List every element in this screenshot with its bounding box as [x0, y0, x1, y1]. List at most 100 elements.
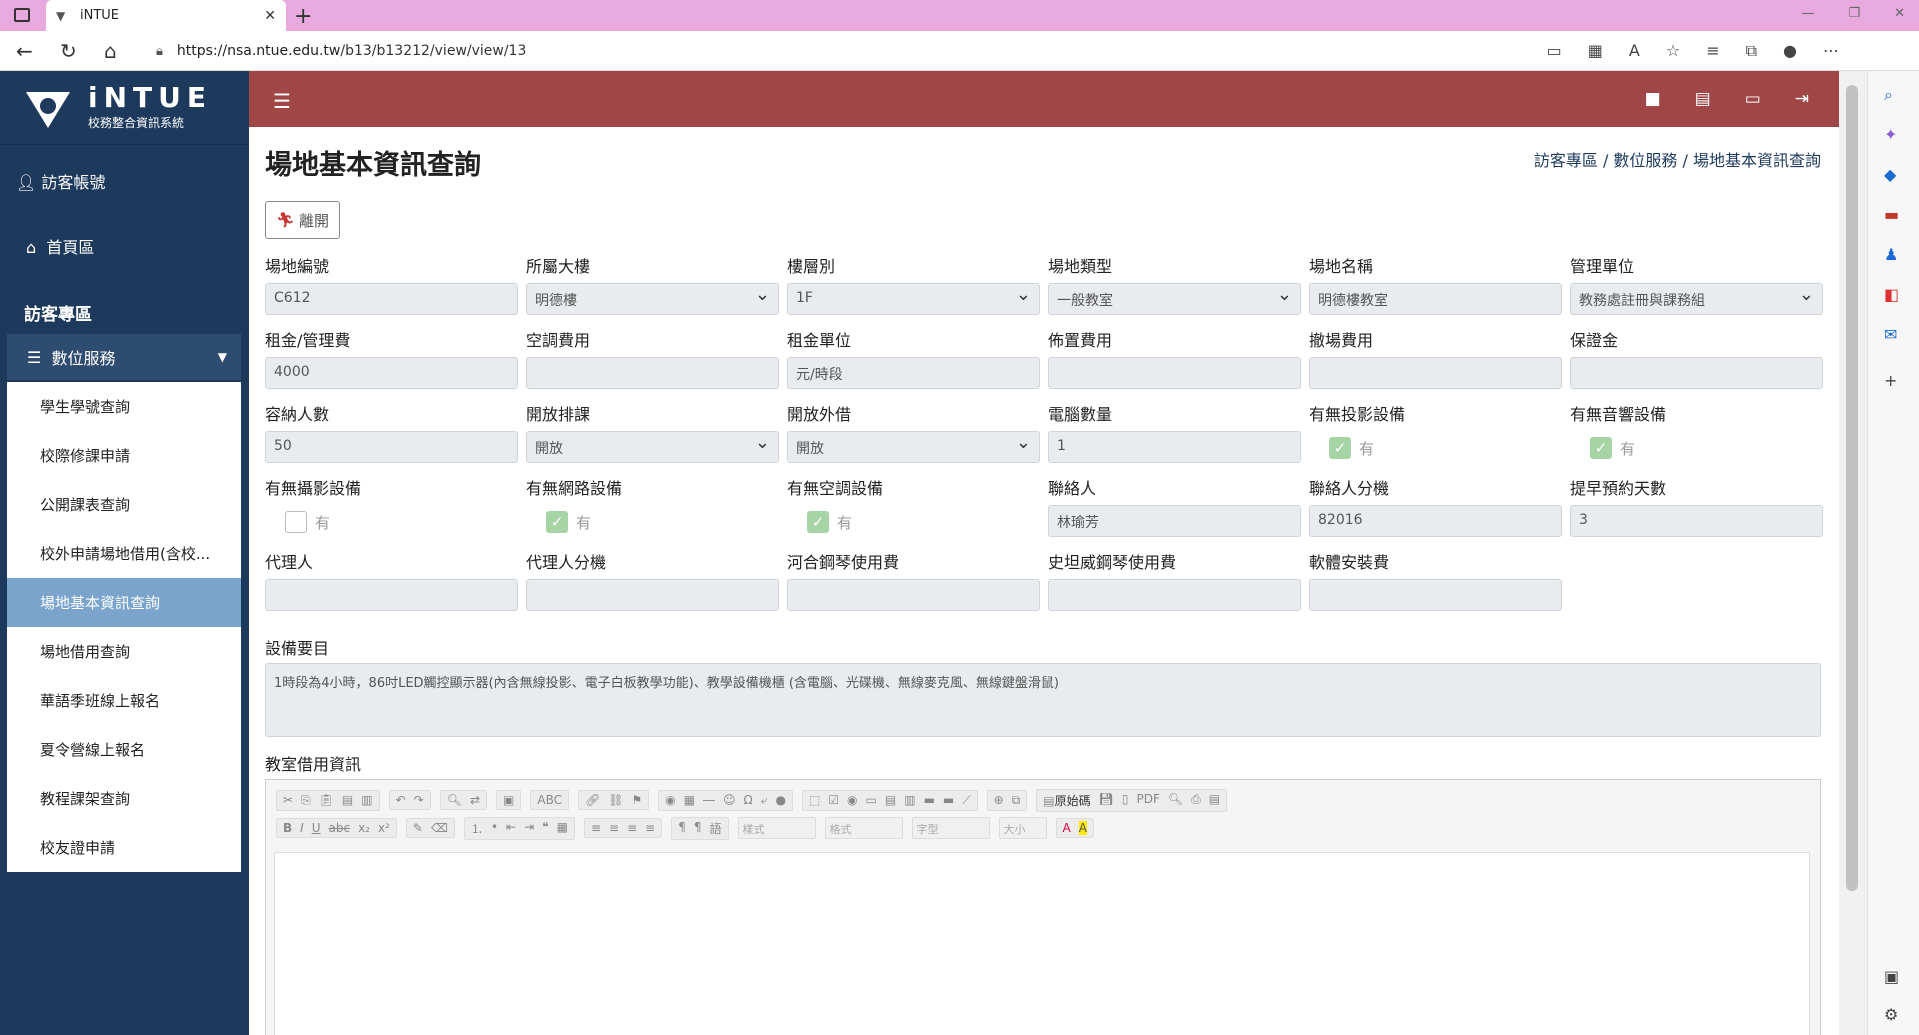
favorite-icon[interactable]: ☆: [1666, 41, 1680, 61]
field-select[interactable]: 開放: [787, 431, 1040, 463]
home-icon[interactable]: ⌂: [104, 39, 117, 63]
sidebar-item[interactable]: 場地借用查詢: [7, 627, 241, 676]
bold-icon[interactable]: B: [283, 821, 292, 835]
unlink-icon[interactable]: ⛓: [608, 793, 623, 807]
leave-button[interactable]: 🏃︎ 離開: [265, 201, 340, 239]
equip-textarea[interactable]: 1時段為4小時，86吋LED觸控顯示器(內含無線投影、電子白板教學功能)、教學設…: [265, 663, 1821, 737]
hr-icon[interactable]: ―: [703, 793, 715, 808]
spellcheck-icon[interactable]: ABC: [537, 793, 562, 807]
field-input[interactable]: 林瑜芳: [1048, 505, 1301, 537]
more-icon[interactable]: ⋯: [1823, 41, 1839, 61]
checkbox-icon[interactable]: ☑: [828, 793, 839, 808]
games-icon[interactable]: ♟: [1884, 245, 1898, 264]
tools-icon[interactable]: ▬: [1884, 205, 1899, 224]
anchor-icon[interactable]: ⚑: [631, 793, 642, 807]
align-right-icon[interactable]: ≡: [627, 821, 637, 835]
video-icon[interactable]: ■: [1645, 89, 1661, 109]
copilot-icon[interactable]: ✦: [1884, 125, 1897, 144]
favorites-icon[interactable]: ≡: [1706, 41, 1719, 61]
hiddenfield-icon[interactable]: ⟋: [962, 793, 970, 808]
back-icon[interactable]: ←: [16, 39, 33, 63]
field-input[interactable]: [787, 579, 1040, 611]
field-input[interactable]: [1309, 357, 1562, 389]
field-input[interactable]: 50: [265, 431, 518, 463]
bg-color-icon[interactable]: A: [1078, 821, 1087, 835]
replace-icon[interactable]: ⇄: [470, 793, 480, 807]
hamburger-menu-icon[interactable]: ☰: [273, 89, 291, 113]
outlook-icon[interactable]: ✉: [1884, 325, 1897, 344]
app-available-icon[interactable]: ▭: [1547, 41, 1562, 61]
url-field[interactable]: 🔒︎ https://nsa.ntue.edu.tw/b13/b13212/vi…: [144, 36, 1604, 66]
field-checkbox[interactable]: 有: [285, 511, 330, 533]
strike-icon[interactable]: abc: [329, 821, 351, 835]
pdf-icon[interactable]: PDF: [1137, 792, 1160, 809]
logo[interactable]: iNTUE 校務整合資訊系統: [0, 71, 249, 145]
settings-icon[interactable]: ⚙: [1884, 1005, 1898, 1024]
field-checkbox[interactable]: ✓ 有: [1329, 437, 1374, 459]
field-select[interactable]: 明德樓: [526, 283, 779, 315]
sidebar-item[interactable]: 公開課表查詢: [7, 480, 241, 529]
select-icon[interactable]: ▥: [904, 793, 915, 808]
field-select[interactable]: 教務處註冊與課務組: [1570, 283, 1823, 315]
templates-icon[interactable]: ▤: [1209, 792, 1220, 809]
cut-icon[interactable]: ✂: [283, 793, 293, 808]
paste-word-icon[interactable]: ▥: [361, 793, 372, 808]
field-input[interactable]: [1048, 357, 1301, 389]
paste-text-icon[interactable]: ▤: [342, 793, 353, 808]
indent-icon[interactable]: ⇥: [524, 820, 534, 837]
italic-icon[interactable]: I: [300, 821, 304, 835]
field-input[interactable]: 元/時段: [787, 357, 1040, 389]
textfield-icon[interactable]: ▭: [866, 793, 877, 808]
align-left-icon[interactable]: ≡: [591, 821, 601, 835]
new-tab-icon[interactable]: +: [294, 4, 312, 29]
close-window-icon[interactable]: ✕: [1894, 6, 1905, 21]
sidebar-item[interactable]: 學生學號查詢: [7, 382, 241, 431]
language-menu-icon[interactable]: 語: [710, 820, 722, 837]
breadcrumb[interactable]: 訪客專區 / 數位服務 / 場地基本資訊查詢: [1534, 147, 1821, 171]
field-checkbox[interactable]: ✓ 有: [807, 511, 852, 533]
close-tab-icon[interactable]: ✕: [264, 8, 276, 24]
field-input[interactable]: [526, 579, 779, 611]
iframe-icon[interactable]: ●: [775, 793, 785, 808]
maximize-icon[interactable]: ⊕: [994, 793, 1004, 808]
logout-icon[interactable]: ⇥: [1795, 89, 1809, 109]
align-justify-icon[interactable]: ≡: [645, 821, 655, 835]
minimize-icon[interactable]: —: [1801, 6, 1814, 21]
redo-icon[interactable]: ↷: [414, 793, 424, 807]
superscript-icon[interactable]: x²: [378, 821, 390, 835]
showblocks-icon[interactable]: ⧉: [1012, 793, 1021, 808]
field-input[interactable]: 82016: [1309, 505, 1562, 537]
sidebar-item-active[interactable]: 場地基本資訊查詢: [7, 578, 241, 627]
sidebar-item[interactable]: 教程課架查詢: [7, 774, 241, 823]
page-scrollbar[interactable]: [1839, 71, 1867, 1035]
underline-icon[interactable]: U: [312, 821, 321, 835]
field-select[interactable]: 一般教室: [1048, 283, 1301, 315]
smiley-icon[interactable]: ☺: [723, 793, 736, 808]
blockquote-icon[interactable]: ❝: [542, 820, 548, 837]
browser-tab[interactable]: ▼ iNTUE ✕: [46, 0, 286, 31]
book-icon[interactable]: ▤: [1695, 89, 1711, 109]
field-input[interactable]: [526, 357, 779, 389]
field-input[interactable]: 3: [1570, 505, 1823, 537]
field-select[interactable]: 1F: [787, 283, 1040, 315]
sidebar-item[interactable]: 華語季班線上報名: [7, 676, 241, 725]
pagebreak-icon[interactable]: ⤶: [761, 793, 768, 808]
field-checkbox[interactable]: ✓ 有: [1590, 437, 1635, 459]
button-icon[interactable]: ▬: [924, 793, 935, 808]
language-icon[interactable]: ▭: [1745, 89, 1761, 109]
style-combo[interactable]: 樣式: [737, 817, 816, 839]
sidebar-item[interactable]: 校友證申請: [7, 823, 241, 872]
field-input[interactable]: 4000: [265, 357, 518, 389]
form-icon[interactable]: ⬚: [809, 793, 820, 808]
search-icon[interactable]: ⌕: [1884, 85, 1893, 105]
find-icon[interactable]: 🔍︎: [447, 793, 462, 807]
select-all-icon[interactable]: ▣: [503, 793, 514, 807]
outdent-icon[interactable]: ⇤: [506, 820, 516, 837]
undo-icon[interactable]: ↶: [396, 793, 406, 807]
scrollbar-thumb[interactable]: [1846, 85, 1858, 891]
sidebar-item[interactable]: 校外申請場地借用(含校...: [7, 529, 241, 578]
tab-actions-icon[interactable]: [14, 8, 30, 22]
sidebar-item-home[interactable]: ⌂ 首頁區: [26, 234, 94, 258]
shopping-icon[interactable]: ◆: [1884, 165, 1896, 184]
rtl-icon[interactable]: ¶: [694, 820, 702, 837]
